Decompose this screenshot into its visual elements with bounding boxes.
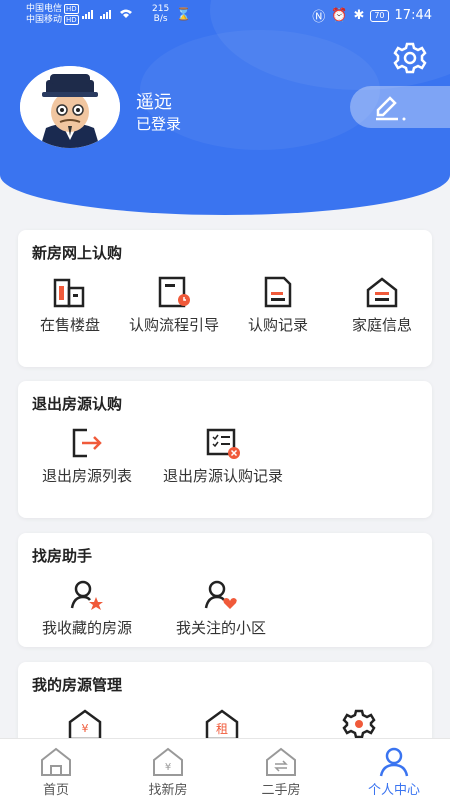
family-info-item[interactable]: 家庭信息 [330,276,434,336]
gear-icon [342,709,376,739]
record-icon [264,276,292,308]
exit-card: 退出房源认购 退出房源列表 退出房源认购记录 [18,381,432,518]
card-title: 找房助手 [32,547,93,565]
card-title: 我的房源管理 [32,676,123,694]
card-title: 新房网上认购 [32,244,123,262]
svg-text:¥: ¥ [82,722,89,735]
username: 遥远 [136,92,172,113]
bluetooth-icon: ✱ [353,8,365,23]
nfc-icon: Ⓝ [312,10,326,25]
house-settings-item[interactable] [307,708,411,740]
tab-profile[interactable]: 个人中心 [338,739,450,800]
edit-profile-button[interactable] [350,86,450,128]
on-sale-buildings-item[interactable]: 在售楼盘 [18,276,122,336]
edit-pencil-icon [376,96,406,121]
second-hand-icon [266,747,296,776]
person-heart-icon [204,580,237,609]
subscription-record-item[interactable]: 认购记录 [226,276,330,336]
followed-communities-item[interactable]: 我关注的小区 [165,579,277,639]
house-icon [366,277,398,308]
network-speed: 215 B/s [152,4,170,24]
battery-icon: 70 [370,9,389,22]
subscription-guide-item[interactable]: 认购流程引导 [122,276,226,336]
person-star-icon [70,580,103,610]
document-clock-icon [158,276,190,308]
avatar[interactable] [20,66,120,148]
bottom-tab-bar: 首页 ¥ 找新房 二手房 个人中心 [0,738,450,800]
finder-card: 找房助手 我收藏的房源 我关注的小区 [18,533,432,647]
tab-second-hand[interactable]: 二手房 [225,739,337,800]
new-house-card: 新房网上认购 在售楼盘 认购流程引导 认购记录 家庭信息 [18,230,432,367]
settings-gear-icon[interactable] [392,40,428,76]
new-house-icon: ¥ [153,747,183,776]
status-bar: 中国电信 HD 中国移动 HD 215 B/s ⌛ Ⓝ ⏰ ✱ 70 17:44 [0,0,450,30]
building-icon [53,278,85,308]
house-yuan-icon: ¥ [68,709,102,740]
svg-text:租: 租 [216,722,228,736]
carrier-info: 中国电信 HD 中国移动 HD [26,4,79,25]
exit-list-item[interactable]: 退出房源列表 [35,427,139,487]
sell-house-item[interactable]: ¥ [33,708,137,740]
tab-new-house[interactable]: ¥ 找新房 [112,739,224,800]
svg-text:¥: ¥ [165,762,171,773]
exit-record-item[interactable]: 退出房源认购记录 [157,427,289,487]
card-title: 退出房源认购 [32,395,123,413]
hourglass-icon: ⌛ [176,7,191,21]
alarm-icon: ⏰ [331,8,348,23]
rent-house-item[interactable]: 租 [170,708,274,740]
favorite-houses-item[interactable]: 我收藏的房源 [32,579,142,639]
exit-icon [72,428,102,458]
clock-time: 17:44 [394,8,432,23]
checklist-cancel-icon [206,428,240,459]
tab-home[interactable]: 首页 [0,739,112,800]
status-right: Ⓝ ⏰ ✱ 70 17:44 [312,6,432,25]
home-icon [41,747,71,776]
login-status: 已登录 [136,115,182,133]
person-icon [379,747,409,777]
signal-icon [82,8,142,23]
house-rent-icon: 租 [205,709,239,740]
